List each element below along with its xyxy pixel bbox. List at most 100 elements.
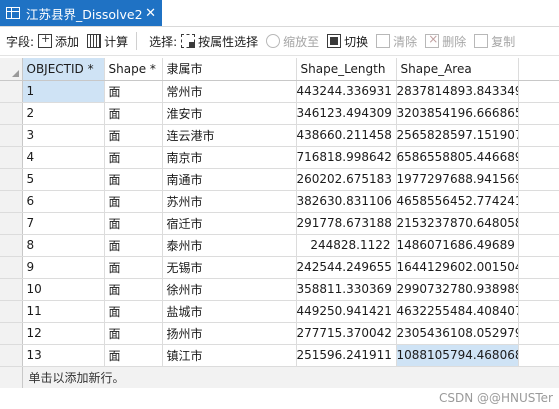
table-row[interactable]: 8 面泰州市 244828.1122 1486071686.49689 [0, 234, 559, 257]
cell-city[interactable]: 连云港市 [162, 124, 297, 147]
cell-shape[interactable]: 面 [104, 300, 163, 323]
row-selector[interactable] [0, 344, 23, 367]
cell-objectid[interactable]: 1 [22, 80, 105, 103]
cell-city[interactable]: 常州市 [162, 80, 297, 103]
delete-selection-button[interactable]: 删除 [425, 32, 466, 50]
cell-shape-area[interactable]: 2153237870.648058 [396, 212, 519, 235]
column-header-objectid[interactable]: OBJECTID * [22, 58, 105, 81]
cell-objectid[interactable]: 12 [22, 322, 105, 345]
cell-shape-length[interactable]: 449250.941421 [296, 300, 397, 323]
cell-shape-length[interactable]: 251596.241911 [296, 344, 397, 367]
cell-city[interactable]: 苏州市 [162, 190, 297, 213]
cell-shape-area[interactable]: 2837814893.843349 [396, 80, 519, 103]
row-selector[interactable] [0, 322, 23, 345]
row-selector[interactable] [0, 124, 23, 147]
row-selector[interactable] [0, 212, 23, 235]
row-selector[interactable] [0, 146, 23, 169]
cell-shape-area[interactable]: 2305436108.052979 [396, 322, 519, 345]
cell-shape-length[interactable]: 382630.831106 [296, 190, 397, 213]
cell-city[interactable]: 盐城市 [162, 300, 297, 323]
cell-shape[interactable]: 面 [104, 278, 163, 301]
column-header-shape[interactable]: Shape * [104, 58, 163, 81]
cell-city[interactable]: 南京市 [162, 146, 297, 169]
cell-shape-area[interactable]: 2990732780.938989 [396, 278, 519, 301]
cell-shape[interactable]: 面 [104, 212, 163, 235]
cell-city[interactable]: 无锡市 [162, 256, 297, 279]
switch-selection-button[interactable]: 切换 [327, 33, 368, 50]
cell-shape[interactable]: 面 [104, 322, 163, 345]
cell-shape-area[interactable]: 1486071686.49689 [396, 234, 519, 257]
cell-shape-length[interactable]: 242544.249655 [296, 256, 397, 279]
table-row[interactable]: 10 面徐州市 358811.330369 2990732780.938989 [0, 278, 559, 301]
table-row[interactable]: 3 面连云港市 438660.211458 2565828597.151907 [0, 124, 559, 147]
cell-objectid[interactable]: 4 [22, 146, 105, 169]
row-selector[interactable] [0, 80, 23, 103]
cell-shape[interactable]: 面 [104, 146, 163, 169]
cell-city[interactable]: 镇江市 [162, 344, 297, 367]
cell-shape-length[interactable]: 443244.336931 [296, 80, 397, 103]
tab-table-view[interactable]: 江苏县界_Dissolve2 ✕ [0, 0, 162, 26]
cell-objectid[interactable]: 6 [22, 190, 105, 213]
cell-shape[interactable]: 面 [104, 344, 163, 367]
select-all-corner[interactable] [0, 58, 23, 81]
row-selector[interactable] [0, 300, 23, 323]
row-selector[interactable] [0, 234, 23, 257]
cell-objectid[interactable]: 2 [22, 102, 105, 125]
row-selector[interactable] [0, 190, 23, 213]
cell-shape-length[interactable]: 346123.494309 [296, 102, 397, 125]
row-selector[interactable] [0, 278, 23, 301]
cell-shape-area[interactable]: 6586558805.446689 [396, 146, 519, 169]
cell-shape-area[interactable]: 1977297688.941569 [396, 168, 519, 191]
cell-shape-length[interactable]: 244828.1122 [296, 234, 397, 257]
cell-city[interactable]: 徐州市 [162, 278, 297, 301]
row-selector[interactable] [0, 256, 23, 279]
table-row[interactable]: 6 面苏州市 382630.831106 4658556452.774241 [0, 190, 559, 213]
cell-city[interactable]: 淮安市 [162, 102, 297, 125]
column-header-shape-length[interactable]: Shape_Length [296, 58, 397, 81]
table-row[interactable]: 13 面镇江市 251596.241911 1088105794.468068 [0, 344, 559, 367]
calculate-field-button[interactable]: 计算 [87, 33, 128, 50]
cell-shape[interactable]: 面 [104, 124, 163, 147]
cell-shape[interactable]: 面 [104, 190, 163, 213]
zoom-to-button[interactable]: 缩放至 [266, 33, 319, 50]
column-header-shape-area[interactable]: Shape_Area [396, 58, 519, 81]
table-row[interactable]: 11 面盐城市 449250.941421 4632255484.408407 [0, 300, 559, 323]
row-selector[interactable] [0, 102, 23, 125]
cell-shape-area[interactable]: 4632255484.408407 [396, 300, 519, 323]
cell-shape-length[interactable]: 358811.330369 [296, 278, 397, 301]
table-row[interactable]: 12 面扬州市 277715.370042 2305436108.052979 [0, 322, 559, 345]
table-row[interactable]: 1 面常州市 443244.336931 2837814893.843349 [0, 80, 559, 103]
row-selector[interactable] [0, 168, 23, 191]
cell-shape-length[interactable]: 716818.998642 [296, 146, 397, 169]
cell-shape-length[interactable]: 260202.675183 [296, 168, 397, 191]
cell-objectid[interactable]: 8 [22, 234, 105, 257]
cell-objectid[interactable]: 5 [22, 168, 105, 191]
cell-objectid[interactable]: 3 [22, 124, 105, 147]
cell-shape[interactable]: 面 [104, 102, 163, 125]
cell-city[interactable]: 扬州市 [162, 322, 297, 345]
cell-city[interactable]: 南通市 [162, 168, 297, 191]
table-row[interactable]: 5 面南通市 260202.675183 1977297688.941569 [0, 168, 559, 191]
table-row[interactable]: 2 面淮安市 346123.494309 3203854196.666865 [0, 102, 559, 125]
cell-city[interactable]: 宿迁市 [162, 212, 297, 235]
cell-shape[interactable]: 面 [104, 168, 163, 191]
select-by-attributes-button[interactable]: 按属性选择 [181, 33, 258, 50]
table-row[interactable]: 7 面宿迁市 291778.673188 2153237870.648058 [0, 212, 559, 235]
cell-shape-area[interactable]: 4658556452.774241 [396, 190, 519, 213]
cell-shape-length[interactable]: 438660.211458 [296, 124, 397, 147]
cell-shape-area[interactable]: 3203854196.666865 [396, 102, 519, 125]
cell-shape-area[interactable]: 2565828597.151907 [396, 124, 519, 147]
add-field-button[interactable]: 添加 [38, 32, 79, 50]
cell-shape-area[interactable]: 1644129602.001504 [396, 256, 519, 279]
cell-objectid[interactable]: 11 [22, 300, 105, 323]
cell-objectid[interactable]: 13 [22, 344, 105, 367]
cell-city[interactable]: 泰州市 [162, 234, 297, 257]
column-header-city[interactable]: 隶属市 [162, 58, 297, 81]
table-row[interactable]: 4 面南京市 716818.998642 6586558805.446689 [0, 146, 559, 169]
cell-shape[interactable]: 面 [104, 256, 163, 279]
add-new-row[interactable]: 单击以添加新行。 [0, 366, 559, 389]
cell-shape-length[interactable]: 291778.673188 [296, 212, 397, 235]
close-icon[interactable]: ✕ [145, 7, 156, 20]
cell-shape-area[interactable]: 1088105794.468068 [396, 344, 519, 367]
cell-objectid[interactable]: 10 [22, 278, 105, 301]
